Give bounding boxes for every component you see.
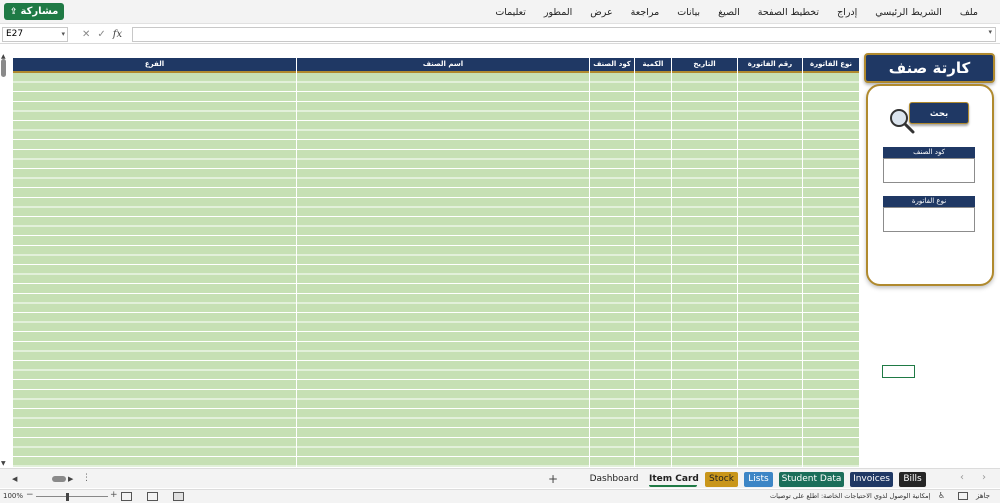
menu-home[interactable]: الشريط الرئيسي [875, 7, 942, 18]
tab-invoices[interactable]: Invoices [850, 472, 893, 487]
horizontal-scrollbar-thumb[interactable] [52, 476, 66, 482]
menu-developer[interactable]: المطور [544, 7, 572, 18]
column-header-item-name: اسم الصنف [296, 58, 589, 73]
scroll-left-icon[interactable]: ◀ [12, 475, 17, 483]
excel-window: ⇪ مشاركة ملف الشريط الرئيسي إدراج تخطيط … [0, 0, 1000, 503]
chevron-down-icon[interactable]: ▾ [988, 28, 992, 36]
share-icon: ⇪ [10, 6, 18, 17]
scroll-down-icon[interactable]: ▼ [1, 460, 6, 467]
tab-dashboard[interactable]: Dashboard [588, 472, 640, 487]
display-settings-icon[interactable] [958, 492, 968, 500]
tab-item-card[interactable]: Item Card [649, 472, 699, 487]
card-title: كارتة صنف [864, 53, 995, 83]
menu-formulas[interactable]: الصيغ [718, 7, 740, 18]
page-break-view-icon[interactable] [121, 492, 132, 501]
invoice-type-field[interactable] [883, 207, 975, 232]
search-button[interactable]: بحث [909, 102, 969, 124]
share-button[interactable]: ⇪ مشاركة [4, 3, 65, 20]
zoom-slider[interactable] [36, 496, 108, 497]
column-divider [737, 73, 738, 467]
worksheet[interactable]: ▲ ▼ نوع الفاتورة رقم الفاتورة التاريخ ال… [0, 45, 1000, 467]
column-divider [671, 73, 672, 467]
column-divider [634, 73, 635, 467]
zoom-level[interactable]: 100% [3, 492, 23, 500]
column-divider [802, 73, 803, 467]
accessibility-status[interactable]: إمكانية الوصول لذوي الاحتياجات الخاصة: ا… [770, 492, 930, 500]
menu-page-layout[interactable]: تخطيط الصفحة [758, 7, 819, 18]
selected-cell[interactable] [882, 365, 915, 378]
column-header-item-code: كود الصنف [589, 58, 634, 73]
formula-bar: E27 ▾ ✕ ✓ fx ▾ [0, 25, 1000, 44]
menu-file[interactable]: ملف [960, 7, 978, 18]
menu-data[interactable]: بيانات [677, 7, 700, 18]
name-box-value: E27 [6, 29, 24, 39]
menu-review[interactable]: مراجعة [631, 7, 660, 18]
status-bar: 100% − + إمكانية الوصول لذوي الاحتياجات … [0, 489, 1000, 503]
sheet-tabs-bar: ◀ ▶ ⋮ + Dashboard Item Card Stock Lists … [0, 468, 1000, 488]
cancel-icon[interactable]: ✕ [82, 29, 90, 40]
zoom-in-icon[interactable]: + [110, 490, 118, 500]
chevron-right-icon[interactable]: › [982, 472, 986, 483]
ribbon-tabs: ملف الشريط الرئيسي إدراج تخطيط الصفحة ال… [495, 0, 978, 24]
column-header-invoice-number: رقم الفاتورة [737, 58, 802, 73]
tab-lists[interactable]: Lists [744, 472, 773, 487]
menu-view[interactable]: عرض [590, 7, 612, 18]
accessibility-icon[interactable]: ♿ [938, 491, 945, 500]
column-header-invoice-type: نوع الفاتورة [802, 58, 859, 73]
page-layout-view-icon[interactable] [147, 492, 158, 501]
tab-student-data[interactable]: Student Data [779, 472, 844, 487]
ready-status: جاهز [975, 492, 990, 500]
menu-insert[interactable]: إدراج [837, 7, 857, 18]
column-divider [589, 73, 590, 467]
chevron-left-icon[interactable]: ‹ [960, 472, 964, 483]
ribbon-menu-bar: ⇪ مشاركة ملف الشريط الرئيسي إدراج تخطيط … [0, 0, 1000, 24]
zoom-out-icon[interactable]: − [26, 490, 34, 500]
table-rows[interactable] [13, 73, 859, 467]
invoice-type-label: نوع الفاتورة [883, 196, 975, 207]
tab-bills[interactable]: Bills [899, 472, 926, 487]
tab-stock[interactable]: Stock [705, 472, 738, 487]
more-options-icon[interactable]: ⋮ [82, 473, 91, 483]
column-header-quantity: الكمية [634, 58, 671, 73]
column-divider [296, 73, 297, 467]
name-box[interactable]: E27 ▾ [2, 27, 68, 42]
menu-help[interactable]: تعليمات [495, 7, 526, 18]
check-icon[interactable]: ✓ [97, 29, 105, 40]
chevron-down-icon[interactable]: ▾ [61, 28, 65, 41]
share-label: مشاركة [20, 6, 59, 17]
scrollbar-thumb[interactable] [1, 59, 6, 77]
normal-view-icon[interactable] [173, 492, 184, 501]
scroll-right-icon[interactable]: ▶ [68, 475, 73, 483]
data-table: نوع الفاتورة رقم الفاتورة التاريخ الكمية… [13, 58, 859, 467]
zoom-slider-handle[interactable] [66, 493, 69, 501]
tab-navigation: ‹ › [960, 472, 986, 483]
add-sheet-icon[interactable]: + [548, 472, 558, 486]
table-header: نوع الفاتورة رقم الفاتورة التاريخ الكمية… [13, 58, 859, 73]
formula-input[interactable]: ▾ [132, 27, 996, 42]
insert-function-icon[interactable]: fx [113, 29, 122, 40]
vertical-scrollbar[interactable]: ▲ ▼ [0, 53, 8, 467]
column-header-branch: الفرع [144, 60, 165, 68]
formula-buttons: ✕ ✓ fx [82, 27, 122, 42]
item-code-label: كود الصنف [883, 147, 975, 158]
column-header-date: التاريخ [671, 58, 737, 73]
item-code-field[interactable] [883, 158, 975, 183]
